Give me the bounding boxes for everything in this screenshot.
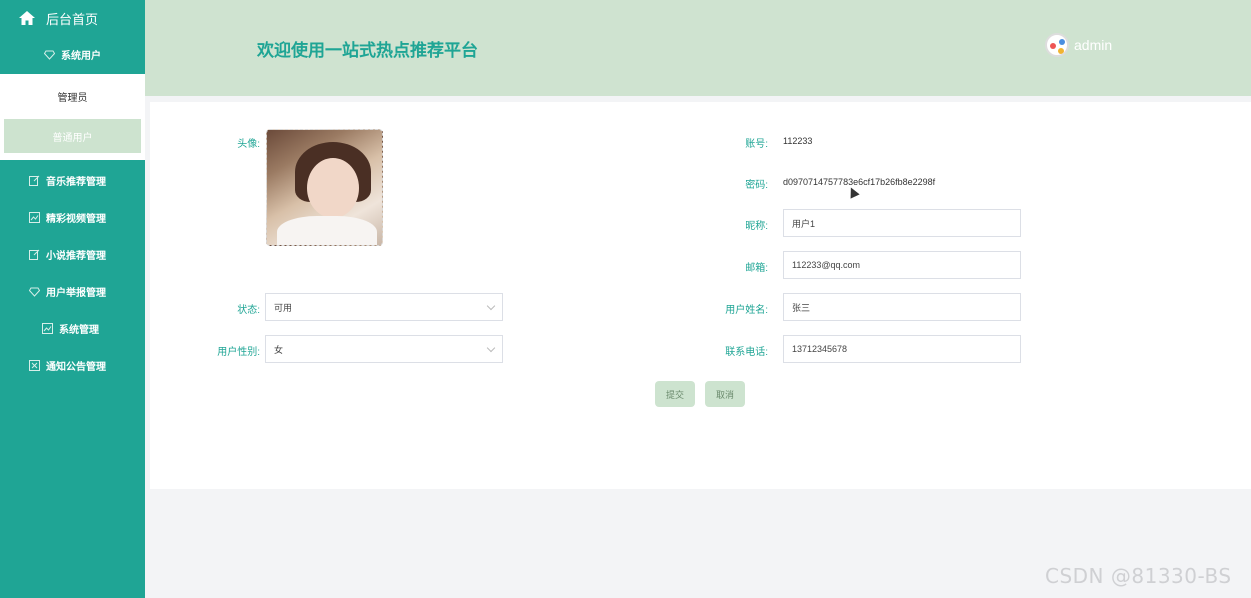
avatar-upload[interactable] bbox=[266, 129, 383, 246]
submit-button[interactable]: 提交 bbox=[655, 381, 695, 407]
avatar bbox=[1045, 33, 1069, 57]
sidebar-item-label: 系统管理 bbox=[59, 325, 99, 336]
account-label: 账号: bbox=[745, 139, 768, 150]
sidebar-item-video[interactable]: 精彩视频管理 bbox=[0, 199, 145, 236]
status-label: 状态: bbox=[237, 305, 260, 316]
edit-icon bbox=[29, 175, 40, 186]
status-select[interactable]: 可用 bbox=[265, 293, 503, 321]
email-label: 邮箱: bbox=[745, 263, 768, 274]
sidebar-item-label: 通知公告管理 bbox=[46, 362, 106, 373]
sidebar-item-music[interactable]: 音乐推荐管理 bbox=[0, 162, 145, 199]
account-value: 112233 bbox=[783, 136, 813, 146]
sidebar: 后台首页 系统用户 管理员 普通用户 音乐推荐管理 精彩视频管理 小说推荐管理 … bbox=[0, 0, 145, 598]
sidebar-subitem-admin[interactable]: 管理员 bbox=[4, 79, 141, 113]
nickname-label: 昵称: bbox=[745, 221, 768, 232]
sidebar-item-label: 精彩视频管理 bbox=[46, 214, 106, 225]
sidebar-submenu: 管理员 普通用户 bbox=[0, 74, 145, 160]
gender-select[interactable]: 女 bbox=[265, 335, 503, 363]
sidebar-item-notice[interactable]: 通知公告管理 bbox=[0, 347, 145, 384]
sidebar-item-label: 系统用户 bbox=[61, 51, 101, 62]
diamond-icon bbox=[29, 286, 40, 297]
sidebar-home[interactable]: 后台首页 bbox=[0, 0, 145, 36]
sidebar-item-novel[interactable]: 小说推荐管理 bbox=[0, 236, 145, 273]
nickname-field[interactable]: 用户1 bbox=[783, 209, 1021, 237]
password-value: d0970714757783e6cf17b26fb8e2298f bbox=[783, 177, 936, 187]
page-title: 欢迎使用一站式热点推荐平台 bbox=[257, 41, 478, 60]
user-menu[interactable]: admin bbox=[1045, 33, 1112, 57]
gender-label: 用户性别: bbox=[217, 347, 260, 358]
gender-select-value: 女 bbox=[274, 344, 284, 355]
password-label: 密码: bbox=[745, 180, 768, 191]
phone-label: 联系电话: bbox=[725, 347, 768, 358]
chevron-down-icon bbox=[486, 301, 496, 311]
home-icon bbox=[18, 10, 36, 26]
sidebar-item-system[interactable]: 系统管理 bbox=[0, 310, 145, 347]
sidebar-item-label: 音乐推荐管理 bbox=[46, 177, 106, 188]
user-form: 头像: 账号: 112233 密码: d0970714757783e6cf17b… bbox=[150, 102, 1251, 489]
phone-field[interactable]: 13712345678 bbox=[783, 335, 1021, 363]
edit-icon bbox=[29, 249, 40, 260]
header: 欢迎使用一站式热点推荐平台 admin bbox=[145, 0, 1251, 96]
realname-label: 用户姓名: bbox=[725, 305, 768, 316]
sidebar-home-label: 后台首页 bbox=[46, 11, 99, 27]
username: admin bbox=[1074, 37, 1113, 53]
sidebar-subitem-normal-user[interactable]: 普通用户 bbox=[4, 119, 141, 153]
sidebar-item-report[interactable]: 用户举报管理 bbox=[0, 273, 145, 310]
sidebar-item-label: 用户举报管理 bbox=[46, 288, 106, 299]
email-field[interactable]: 112233@qq.com bbox=[783, 251, 1021, 279]
notice-icon bbox=[29, 360, 40, 371]
diamond-icon bbox=[44, 49, 55, 60]
sidebar-item-label: 小说推荐管理 bbox=[46, 251, 106, 262]
chart-icon bbox=[42, 323, 53, 334]
cancel-button[interactable]: 取消 bbox=[705, 381, 745, 407]
watermark: CSDN @81330-BS bbox=[1045, 564, 1232, 588]
realname-field[interactable]: 张三 bbox=[783, 293, 1021, 321]
chevron-down-icon bbox=[486, 343, 496, 353]
avatar-label: 头像: bbox=[237, 139, 260, 150]
sidebar-item-system-user[interactable]: 系统用户 bbox=[0, 36, 145, 73]
chart-icon bbox=[29, 212, 40, 223]
status-select-value: 可用 bbox=[274, 302, 293, 313]
